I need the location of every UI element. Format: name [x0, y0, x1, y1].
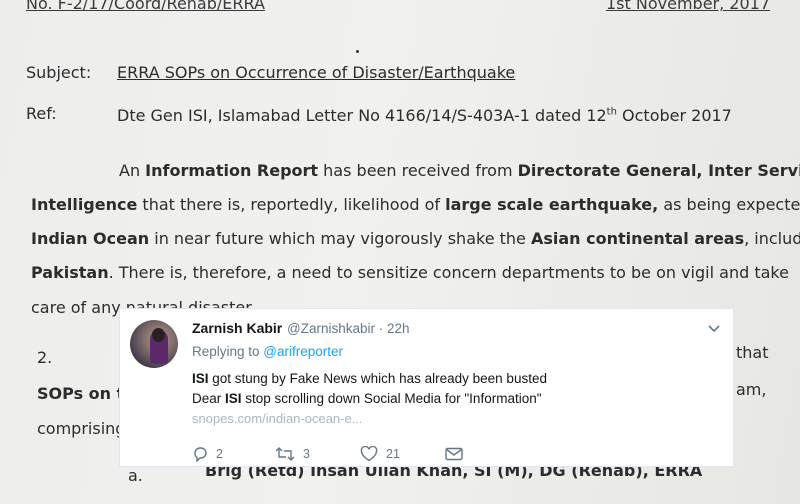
tweet-card[interactable]: Zarnish Kabir @Zarnishkabir · 22h Replyi… — [119, 308, 734, 467]
like-button[interactable]: 21 — [360, 445, 400, 463]
avatar[interactable] — [130, 320, 178, 368]
subject-label: Subject: — [26, 63, 92, 82]
replying-handle-link[interactable]: @arifreporter — [263, 344, 343, 359]
tweet-text-line: ISI got stung by Fake News which has alr… — [192, 371, 547, 386]
scan-speck — [356, 50, 359, 53]
paragraph-fragment: am, — [736, 380, 767, 399]
message-icon — [445, 447, 463, 461]
paragraph-fragment: that — [736, 343, 769, 362]
retweet-count: 3 — [303, 447, 310, 461]
reply-count: 2 — [216, 447, 223, 461]
paragraph-fragment: SOPs on t — [37, 384, 125, 403]
replying-to: Replying to @arifreporter — [192, 344, 344, 359]
tweet-text-line: Dear ISI stop scrolling down Social Medi… — [192, 391, 542, 406]
chevron-down-icon[interactable] — [707, 323, 721, 335]
reply-button[interactable]: 2 — [192, 445, 223, 463]
header-ref: No. F-2/17/Coord/Rehab/ERRA — [26, 0, 265, 13]
list-item-label: a. — [128, 466, 143, 485]
paragraph-fragment: comprising — [37, 419, 126, 438]
tweet-link[interactable]: snopes.com/indian-ocean-e... — [192, 411, 363, 426]
paragraph-line: Indian Ocean in near future which may vi… — [31, 229, 800, 248]
paragraph-line: Pakistan. There is, therefore, a need to… — [31, 263, 789, 282]
like-count: 21 — [386, 447, 400, 461]
subject-text: ERRA SOPs on Occurrence of Disaster/Eart… — [117, 63, 516, 82]
retweet-button[interactable]: 3 — [275, 445, 310, 463]
tweet-handle-time[interactable]: @Zarnishkabir · 22h — [287, 321, 410, 336]
paragraph-line: An Information Report has been received … — [119, 161, 800, 180]
paragraph-line: Intelligence that there is, reportedly, … — [31, 195, 800, 214]
paragraph-number: 2. — [37, 348, 53, 367]
ref-label: Ref: — [26, 104, 57, 123]
ref-text: Dte Gen ISI, Islamabad Letter No 4166/14… — [117, 106, 732, 125]
header-date: 1st November, 2017 — [606, 0, 770, 13]
like-icon — [360, 446, 378, 462]
reply-icon — [194, 447, 207, 462]
tweet-author-name[interactable]: Zarnish Kabir — [192, 320, 282, 336]
direct-message-button[interactable] — [445, 445, 471, 463]
retweet-icon — [275, 447, 295, 461]
